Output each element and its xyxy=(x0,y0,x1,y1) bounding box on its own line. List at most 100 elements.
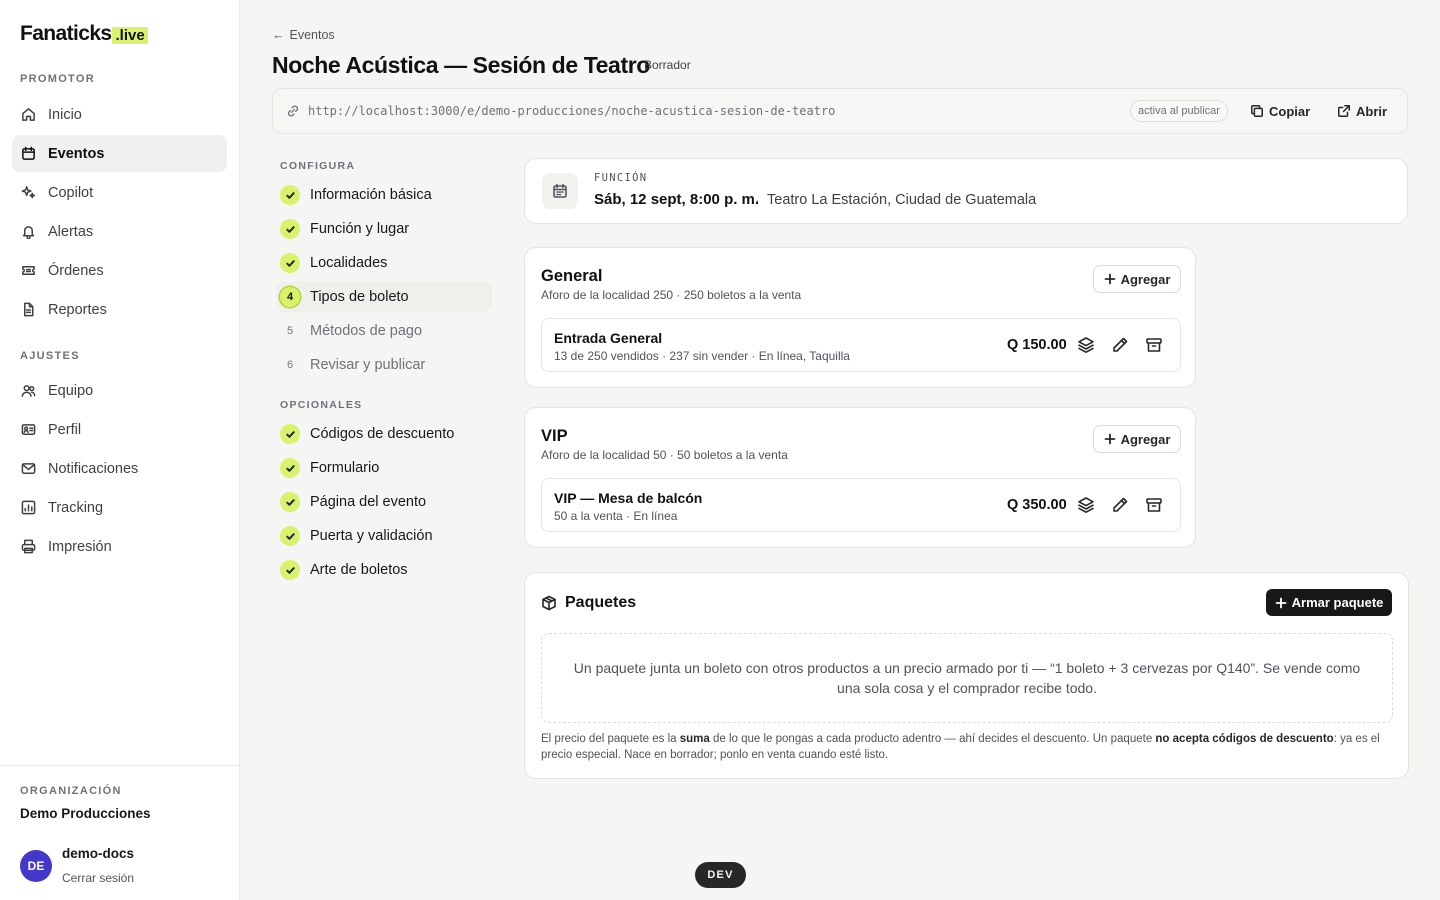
ticket-row[interactable]: Entrada General 13 de 250 vendidos · 237… xyxy=(541,318,1181,372)
build-package-button[interactable]: Armar paquete xyxy=(1266,589,1392,616)
steps-section-configura: CONFIGURA xyxy=(280,160,356,172)
ticket-details: 13 de 250 vendidos · 237 sin vender · En… xyxy=(554,349,850,363)
back-link[interactable]: ← Eventos xyxy=(272,28,335,42)
check-icon xyxy=(280,424,300,444)
calendar-icon xyxy=(542,173,578,209)
locality-name: General xyxy=(541,267,603,285)
page-title: Noche Acústica — Sesión de Teatro xyxy=(272,52,650,78)
brand-suffix: .live xyxy=(112,27,148,44)
step-puerta-y-validacion[interactable]: Puerta y validación xyxy=(276,521,492,551)
section-label-promotor: PROMOTOR xyxy=(20,73,95,85)
ticket-price: Q 350.00 xyxy=(1007,497,1067,513)
step-formulario[interactable]: Formulario xyxy=(276,453,492,483)
sidebar-item-copilot[interactable]: Copilot xyxy=(12,174,227,211)
package-icon xyxy=(542,595,556,611)
add-ticket-button[interactable]: Agregar xyxy=(1093,425,1181,453)
function-label: FUNCIÓN xyxy=(594,172,648,184)
step-arte-de-boletos[interactable]: Arte de boletos xyxy=(276,555,492,585)
ticket-name: VIP — Mesa de balcón xyxy=(554,490,703,506)
step-revisar-y-publicar[interactable]: 6 Revisar y publicar xyxy=(276,350,492,380)
ticket-details: 50 a la venta · En línea xyxy=(554,509,678,523)
step-informacion-basica[interactable]: Información básica xyxy=(276,180,492,210)
copy-url-button[interactable]: Copiar xyxy=(1250,100,1310,122)
step-label: Arte de boletos xyxy=(310,562,408,578)
sidebar-item-eventos[interactable]: Eventos xyxy=(12,135,227,172)
sidebar-item-label: Perfil xyxy=(48,421,82,438)
sidebar-item-inicio[interactable]: Inicio xyxy=(12,96,227,133)
step-label: Métodos de pago xyxy=(310,323,423,339)
logout-link[interactable]: Cerrar sesión xyxy=(62,871,134,885)
sidebar-item-impresion[interactable]: Impresión xyxy=(12,528,227,565)
url-status-pill: activa al publicar xyxy=(1130,100,1228,122)
step-label: Códigos de descuento xyxy=(310,426,455,442)
steps-section-opcionales: OPCIONALES xyxy=(280,399,363,411)
add-ticket-label: Agregar xyxy=(1120,431,1171,447)
note-bold: suma xyxy=(679,733,710,745)
sidebar-item-label: Órdenes xyxy=(48,262,104,279)
step-funcion-y-lugar[interactable]: Función y lugar xyxy=(276,214,492,244)
sidebar-item-label: Copilot xyxy=(48,184,94,201)
edit-icon[interactable] xyxy=(1111,336,1129,354)
step-number: 4 xyxy=(280,287,300,307)
printer-icon xyxy=(21,539,36,554)
sidebar-item-alertas[interactable]: Alertas xyxy=(12,213,227,250)
sidebar-item-equipo[interactable]: Equipo xyxy=(12,372,227,409)
open-url-button[interactable]: Abrir xyxy=(1337,100,1387,122)
add-ticket-label: Agregar xyxy=(1120,271,1171,287)
sidebar-item-label: Equipo xyxy=(48,382,94,399)
locality-card-general: General Aforo de la localidad 250 · 250 … xyxy=(524,247,1196,388)
step-label: Puerta y validación xyxy=(310,528,433,544)
public-url[interactable]: http://localhost:3000/e/demo-produccione… xyxy=(308,104,835,118)
status-badge: Borrador xyxy=(644,58,691,72)
step-localidades[interactable]: Localidades xyxy=(276,248,492,278)
ticket-name: Entrada General xyxy=(554,330,663,346)
step-tipos-de-boleto[interactable]: 4 Tipos de boleto xyxy=(276,282,492,312)
step-label: Formulario xyxy=(310,460,380,476)
check-icon xyxy=(280,560,300,580)
note-part: de lo que le pongas a cada producto aden… xyxy=(709,733,1156,745)
brand-logo[interactable]: Fanaticks .live xyxy=(20,22,148,46)
ticket-icon xyxy=(22,266,35,275)
external-link-icon xyxy=(1338,105,1350,117)
locality-name: VIP xyxy=(541,427,568,445)
layers-icon[interactable] xyxy=(1077,496,1095,514)
step-pagina-del-evento[interactable]: Página del evento xyxy=(276,487,492,517)
step-metodos-de-pago[interactable]: 5 Métodos de pago xyxy=(276,316,492,346)
archive-icon[interactable] xyxy=(1145,336,1163,354)
step-codigos-de-descuento[interactable]: Códigos de descuento xyxy=(276,419,492,449)
dev-badge[interactable]: DEV xyxy=(695,862,746,888)
function-card: FUNCIÓN Sáb, 12 sept, 8:00 p. m. · Teatr… xyxy=(524,158,1408,224)
plus-icon xyxy=(1104,433,1115,445)
packages-title: Paquetes xyxy=(565,594,637,611)
sidebar-item-notificaciones[interactable]: Notificaciones xyxy=(12,450,227,487)
sidebar-item-label: Inicio xyxy=(48,106,82,123)
avatar[interactable]: DE xyxy=(20,850,52,882)
build-package-label: Armar paquete xyxy=(1291,595,1384,610)
step-label: Localidades xyxy=(310,255,388,271)
sidebar-item-ordenes[interactable]: Órdenes xyxy=(12,252,227,289)
org-divider xyxy=(0,765,240,766)
ticket-price: Q 150.00 xyxy=(1007,337,1067,353)
bell-icon xyxy=(22,226,35,239)
link-icon xyxy=(287,105,299,117)
step-label: Información básica xyxy=(310,187,432,203)
add-ticket-button[interactable]: Agregar xyxy=(1093,265,1181,293)
sidebar-item-perfil[interactable]: Perfil xyxy=(12,411,227,448)
packages-empty-state: Un paquete junta un boleto con otros pro… xyxy=(541,633,1393,723)
check-icon xyxy=(280,219,300,239)
ticket-row[interactable]: VIP — Mesa de balcón 50 a la venta · En … xyxy=(541,478,1181,532)
step-label: Tipos de boleto xyxy=(310,289,409,305)
mail-icon xyxy=(21,463,36,474)
sidebar-item-tracking[interactable]: Tracking xyxy=(12,489,227,526)
sidebar-item-reportes[interactable]: Reportes xyxy=(12,291,227,328)
function-venue: Teatro La Estación, Ciudad de Guatemala xyxy=(767,192,1037,208)
edit-icon[interactable] xyxy=(1111,496,1129,514)
section-label-ajustes: AJUSTES xyxy=(20,350,80,362)
locality-capacity: Aforo de la localidad 50 · 50 boletos a … xyxy=(541,448,788,462)
function-date: Sáb, 12 sept, 8:00 p. m. xyxy=(594,191,760,208)
packages-note: El precio del paquete es la suma de lo q… xyxy=(541,731,1393,763)
layers-icon[interactable] xyxy=(1077,336,1095,354)
copy-icon xyxy=(1251,105,1263,117)
sidebar: Fanaticks .live PROMOTOR Inicio Eventos C… xyxy=(0,0,240,900)
archive-icon[interactable] xyxy=(1145,496,1163,514)
